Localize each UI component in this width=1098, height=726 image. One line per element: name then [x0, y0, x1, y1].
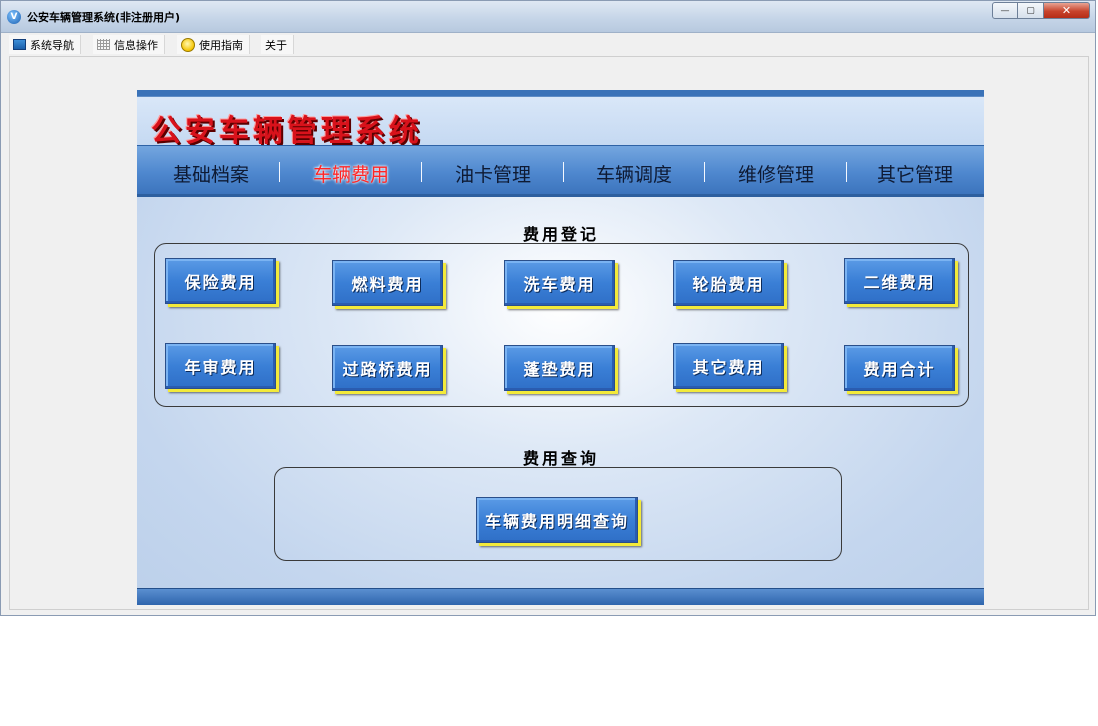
menu-bar: 系统导航 信息操作 使用指南 关于	[1, 33, 1095, 55]
nav-bar: 基础档案 车辆费用 油卡管理 车辆调度 维修管理 其它管理	[137, 145, 984, 197]
nav-item-fuel-card[interactable]: 油卡管理	[455, 160, 531, 187]
menu-item-label: 使用指南	[199, 38, 243, 52]
menu-item-system-nav[interactable]: 系统导航	[9, 35, 81, 54]
nav-item-basic-archive[interactable]: 基础档案	[173, 160, 249, 187]
window-controls: — ▢ ✕	[992, 2, 1090, 20]
nav-separator	[421, 162, 422, 182]
nav-item-maintenance[interactable]: 维修管理	[738, 160, 814, 187]
nav-window-icon	[13, 39, 26, 50]
menu-item-label: 系统导航	[30, 38, 74, 52]
nav-separator	[279, 162, 280, 182]
maintenance-2-fee-button[interactable]: 二维费用	[844, 258, 955, 304]
fee-total-button[interactable]: 费用合计	[844, 345, 955, 391]
close-button[interactable]: ✕	[1044, 2, 1090, 19]
maximize-icon: ▢	[1026, 5, 1035, 16]
app-panel: 公安车辆管理系统 基础档案 车辆费用 油卡管理 车辆调度 维修管理 其它管理 费…	[137, 90, 984, 605]
bottom-stripe	[137, 588, 984, 605]
maximize-button[interactable]: ▢	[1018, 2, 1044, 19]
app-logo-icon: V	[7, 10, 21, 24]
toll-fee-button[interactable]: 过路桥费用	[332, 345, 443, 391]
vehicle-fee-detail-query-button[interactable]: 车辆费用明细查询	[476, 497, 638, 543]
nav-separator	[704, 162, 705, 182]
window-title: 公安车辆管理系统(非注册用户)	[27, 11, 181, 24]
nav-item-dispatch[interactable]: 车辆调度	[596, 160, 672, 187]
cover-pad-fee-button[interactable]: 蓬垫费用	[504, 345, 615, 391]
grid-icon	[97, 39, 110, 50]
menu-item-label: 关于	[265, 38, 287, 52]
menu-item-info-ops[interactable]: 信息操作	[93, 35, 165, 54]
minimize-button[interactable]: —	[992, 2, 1018, 19]
fee-query-label: 费用查询	[523, 449, 600, 468]
header-area: 公安车辆管理系统	[137, 96, 984, 149]
nav-item-vehicle-fees[interactable]: 车辆费用	[313, 160, 389, 187]
nav-item-other[interactable]: 其它管理	[877, 160, 953, 187]
menu-item-about[interactable]: 关于	[261, 35, 294, 54]
title-bar: V 公安车辆管理系统(非注册用户) — ▢ ✕	[1, 1, 1095, 33]
help-circle-icon	[181, 37, 195, 52]
menu-item-user-guide[interactable]: 使用指南	[177, 35, 250, 54]
fuel-fee-button[interactable]: 燃料费用	[332, 260, 443, 306]
fee-register-label: 费用登记	[523, 225, 600, 244]
menu-item-label: 信息操作	[114, 38, 158, 52]
other-fee-button[interactable]: 其它费用	[673, 343, 784, 389]
brand-title: 公安车辆管理系统	[151, 114, 423, 149]
minimize-icon: —	[1000, 5, 1010, 16]
close-icon: ✕	[1061, 4, 1072, 17]
annual-inspection-fee-button[interactable]: 年审费用	[165, 343, 276, 389]
insurance-fee-button[interactable]: 保险费用	[165, 258, 276, 304]
tire-fee-button[interactable]: 轮胎费用	[673, 260, 784, 306]
nav-separator	[846, 162, 847, 182]
car-wash-fee-button[interactable]: 洗车费用	[504, 260, 615, 306]
nav-separator	[563, 162, 564, 182]
